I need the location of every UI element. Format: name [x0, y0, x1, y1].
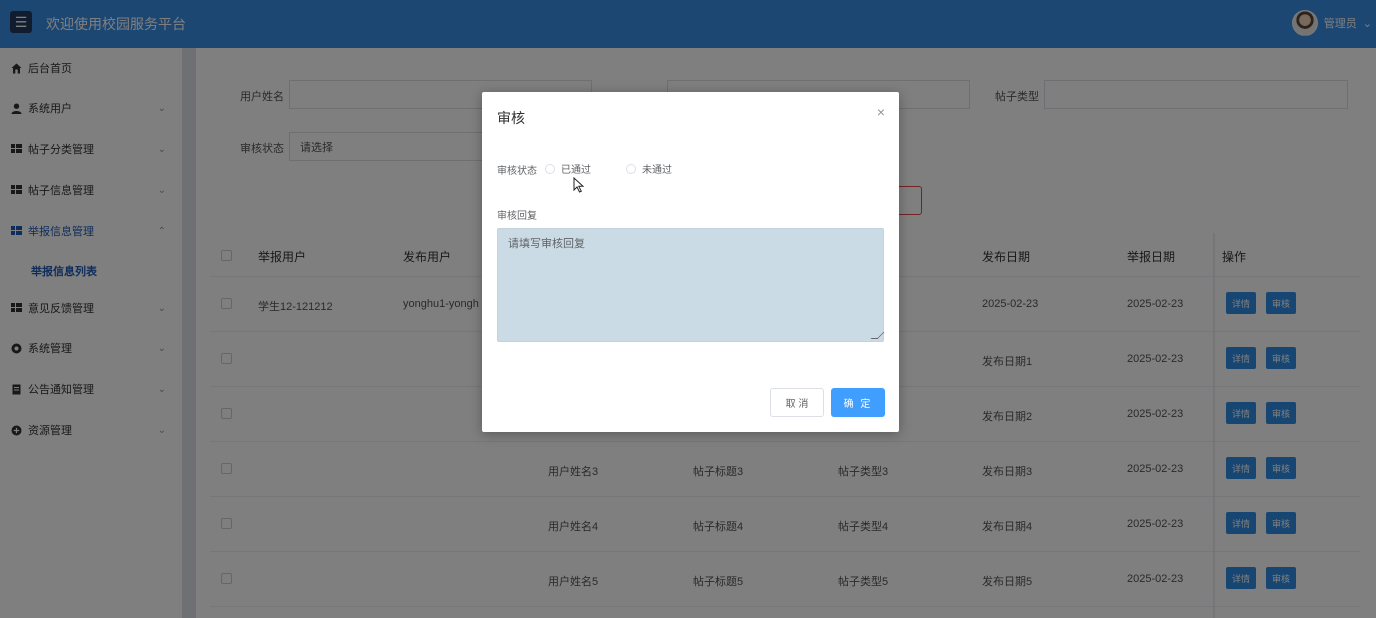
- radio-rejected[interactable]: 未通过: [626, 161, 672, 176]
- cancel-button[interactable]: 取 消: [770, 388, 824, 417]
- audit-dialog: 审核 × 审核状态 已通过 未通过 审核回复 请填写审核回复 取 消 确 定: [482, 92, 899, 432]
- resize-handle-icon[interactable]: [870, 332, 885, 339]
- radio-label[interactable]: 未通过: [642, 161, 672, 176]
- reply-textarea[interactable]: 请填写审核回复: [497, 228, 885, 342]
- reply-placeholder: 请填写审核回复: [508, 238, 585, 250]
- radio-circle[interactable]: [626, 163, 636, 174]
- audit-status-label: 审核状态: [497, 166, 537, 177]
- radio-label[interactable]: 已通过: [561, 161, 591, 176]
- reply-label: 审核回复: [497, 211, 537, 222]
- close-icon[interactable]: ×: [877, 104, 885, 120]
- dialog-title: 审核: [497, 110, 525, 126]
- confirm-button[interactable]: 确 定: [831, 388, 885, 417]
- radio-passed[interactable]: 已通过: [545, 161, 591, 176]
- radio-circle[interactable]: [545, 163, 555, 174]
